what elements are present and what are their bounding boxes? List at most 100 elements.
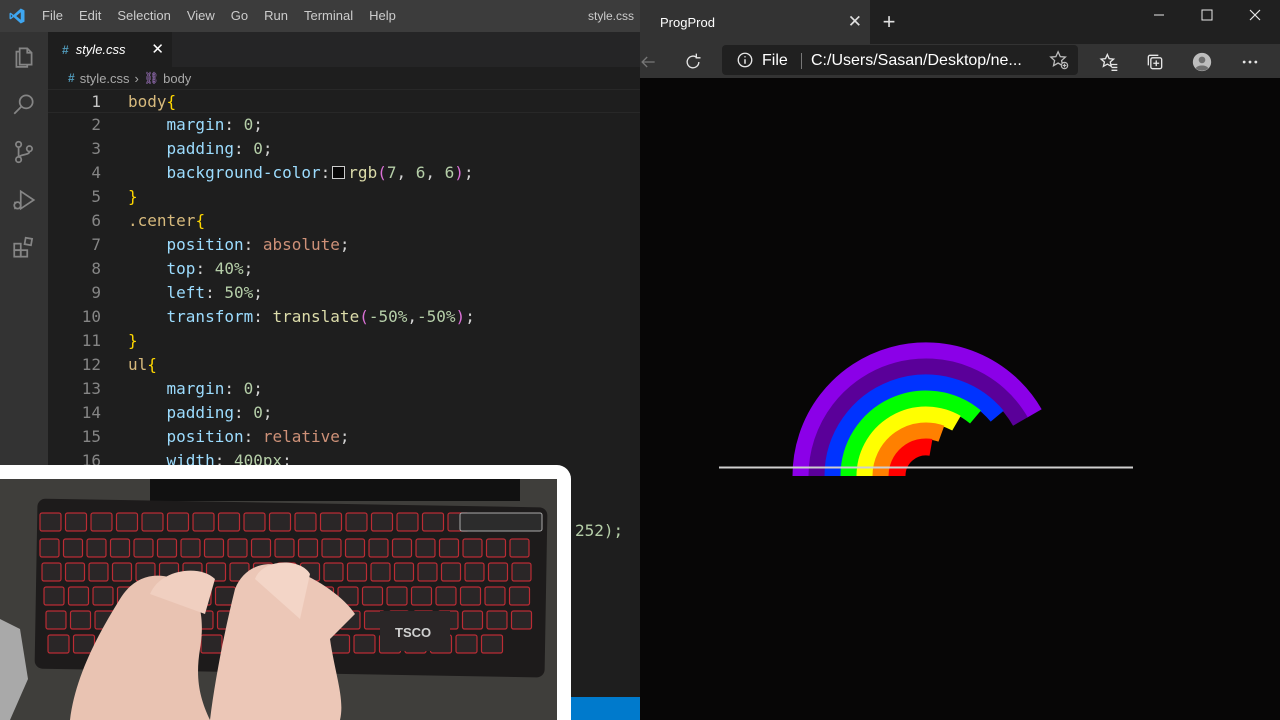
- keyboard-key: [509, 538, 530, 558]
- code-line[interactable]: 4 background-color: rgb(7, 6, 6);: [48, 161, 640, 185]
- code-token: ul: [128, 355, 148, 374]
- back-arrow-icon[interactable]: [634, 48, 662, 76]
- line-number: 1: [91, 92, 101, 111]
- code-text: position: absolute;: [128, 233, 350, 257]
- line-number: 8: [91, 259, 101, 278]
- menu-item-run[interactable]: Run: [256, 0, 296, 32]
- code-line[interactable]: 9 left: 50%;: [48, 281, 640, 305]
- code-text: }: [128, 185, 138, 209]
- line-number: 12: [81, 355, 101, 374]
- code-line[interactable]: 2 margin: 0;: [48, 113, 640, 137]
- code-token: :: [233, 403, 254, 422]
- code-line[interactable]: 13 margin: 0;: [48, 377, 640, 401]
- keyboard-key: [421, 512, 445, 532]
- minimize-icon[interactable]: [1136, 0, 1182, 30]
- info-icon[interactable]: [736, 51, 754, 74]
- source-control-icon[interactable]: [0, 128, 48, 176]
- menu-item-selection[interactable]: Selection: [109, 0, 178, 32]
- code-text: .center{: [128, 209, 205, 233]
- line-number: 10: [81, 307, 101, 326]
- run-debug-icon[interactable]: [0, 176, 48, 224]
- code-line[interactable]: 7 position: absolute;: [48, 233, 640, 257]
- code-token: position: [166, 427, 244, 446]
- close-tab-icon[interactable]: ✕: [848, 12, 862, 32]
- keyboard-key: [111, 562, 133, 582]
- code-token: {: [195, 211, 206, 230]
- close-icon[interactable]: ✕: [151, 40, 164, 58]
- menu-item-go[interactable]: Go: [223, 0, 256, 32]
- code-line[interactable]: 10 transform: translate(-50%,-50%);: [48, 305, 640, 329]
- window-title: style.css: [587, 9, 634, 23]
- keyboard-key: [435, 586, 457, 606]
- more-options-icon[interactable]: [1236, 48, 1264, 76]
- address-bar[interactable]: File C:/Users/Sasan/Desktop/ne...: [722, 45, 1078, 75]
- keyboard-key: [319, 512, 343, 532]
- keyboard-key: [370, 562, 391, 582]
- code-token: -50%: [368, 307, 408, 326]
- files-icon[interactable]: [0, 32, 48, 80]
- keyboard-key: [508, 586, 531, 606]
- keyboard-key: [90, 512, 113, 532]
- code-token: .center: [128, 211, 196, 230]
- code-line[interactable]: 3 padding: 0;: [48, 137, 640, 161]
- refresh-icon[interactable]: [679, 48, 707, 76]
- profile-avatar-icon[interactable]: [1188, 48, 1216, 76]
- code-line[interactable]: 12 ul{: [48, 353, 640, 377]
- keyboard-key: [323, 562, 344, 582]
- code-line[interactable]: 6 .center{: [48, 209, 640, 233]
- collections-icon[interactable]: [1141, 48, 1169, 76]
- close-window-icon[interactable]: [1232, 0, 1278, 30]
- tab-style-css[interactable]: # style.css ✕: [48, 32, 172, 67]
- maximize-icon[interactable]: [1184, 0, 1230, 30]
- css-hash-icon: #: [68, 71, 75, 85]
- browser-tab[interactable]: ProgProd ✕: [640, 0, 870, 44]
- code-line[interactable]: 8 top: 40%;: [48, 257, 640, 281]
- color-swatch[interactable]: [332, 166, 346, 179]
- keyboard-key: [510, 610, 533, 630]
- vscode-logo-icon[interactable]: [0, 0, 34, 32]
- keyboard-key: [487, 562, 509, 582]
- keyboard-key: [109, 538, 131, 558]
- new-tab-button[interactable]: +: [876, 9, 902, 35]
- keyboard-key: [297, 538, 319, 558]
- keyboard-key: [268, 512, 292, 532]
- extensions-icon[interactable]: [0, 224, 48, 272]
- keyboard-key: [203, 538, 225, 558]
- code-token: margin: [166, 379, 225, 398]
- code-line[interactable]: 1 body{: [48, 89, 640, 113]
- code-text: margin: 0;: [128, 113, 263, 137]
- code-line[interactable]: 14 padding: 0;: [48, 401, 640, 425]
- menu-item-view[interactable]: View: [179, 0, 223, 32]
- code-line[interactable]: 11}: [48, 329, 640, 353]
- keyboard-key: [386, 586, 408, 606]
- search-icon[interactable]: [0, 80, 48, 128]
- breadcrumb-symbol[interactable]: body: [163, 71, 191, 86]
- address-divider: [801, 53, 802, 69]
- code-line[interactable]: 15 position: relative;: [48, 425, 640, 449]
- keyboard-key: [192, 512, 215, 532]
- menu-item-help[interactable]: Help: [361, 0, 404, 32]
- css-hash-icon: #: [62, 42, 69, 57]
- code-line[interactable]: 5}: [48, 185, 640, 209]
- menu-item-terminal[interactable]: Terminal: [296, 0, 361, 32]
- code-token: rgb: [348, 163, 378, 182]
- code-token: :: [253, 307, 273, 326]
- line-number: 9: [91, 283, 101, 302]
- keyboard-key: [391, 538, 413, 558]
- menu-item-file[interactable]: File: [34, 0, 71, 32]
- favorites-icon[interactable]: [1095, 48, 1123, 76]
- browser-window: ProgProd ✕ + File C:/Users/Sasan/Desktop…: [640, 0, 1280, 720]
- code-token: 6: [415, 163, 426, 182]
- menu-item-edit[interactable]: Edit: [71, 0, 109, 32]
- code-token: ;: [339, 235, 350, 254]
- address-scheme-label: File: [762, 52, 788, 69]
- add-favorite-icon[interactable]: [1048, 49, 1070, 76]
- address-url[interactable]: C:/Users/Sasan/Desktop/ne...: [811, 52, 1022, 70]
- code-token: :: [224, 115, 244, 134]
- code-token: top: [166, 259, 196, 278]
- breadcrumb-file[interactable]: style.css: [80, 71, 130, 86]
- keyboard-key: [455, 634, 478, 654]
- keyboard-key: [92, 586, 114, 606]
- code-token: (: [359, 307, 369, 326]
